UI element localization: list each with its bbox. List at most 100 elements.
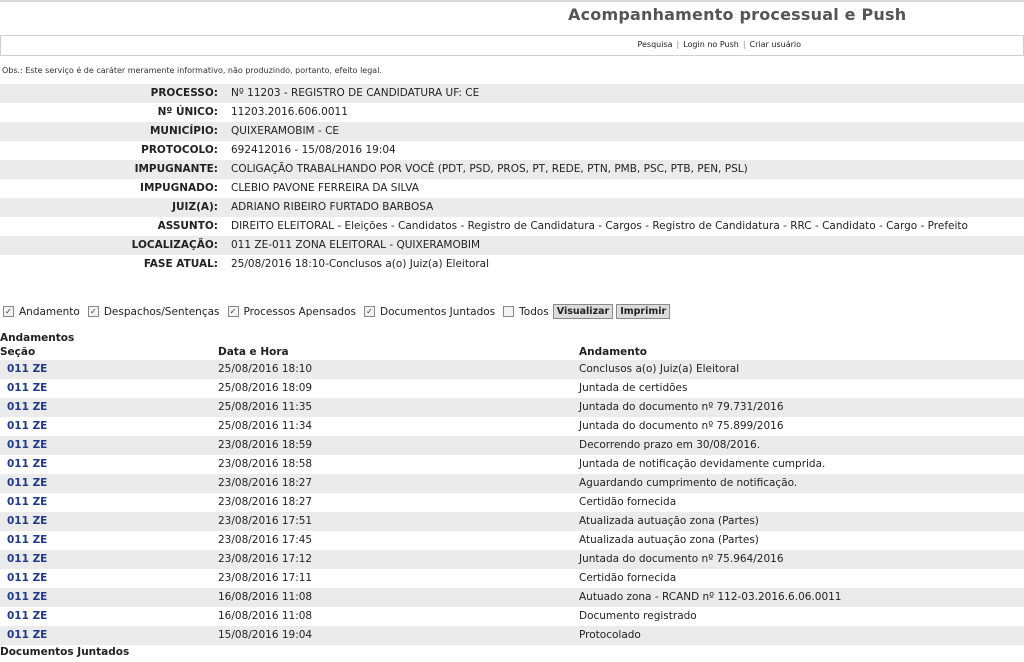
andamento-cell: Certidão fornecida — [579, 572, 677, 584]
data-cell: 23/08/2016 18:27 — [218, 477, 313, 489]
column-header-secao: Seção — [0, 346, 36, 358]
info-value: Nº 11203 - REGISTRO DE CANDIDATURA UF: C… — [231, 87, 480, 99]
visualizar-button[interactable]: Visualizar — [552, 304, 614, 319]
secao-link[interactable]: 011 ZE — [7, 379, 47, 398]
table-row: 011 ZE 25/08/2016 18:09 Juntada de certidõ… — [0, 379, 1024, 398]
table-row: 011 ZE 25/08/2016 18:10 Conclusos a(o) Jui… — [0, 360, 1024, 379]
table-row: 011 ZE 23/08/2016 18:27 Certidão fornecida — [0, 493, 1024, 512]
info-label: PROCESSO: — [150, 87, 218, 99]
info-label: IMPUGNADO: — [140, 182, 218, 194]
info-row-juiz: JUIZ(A): ADRIANO RIBEIRO FURTADO BARBOSA — [0, 198, 1024, 217]
table-row: 011 ZE 23/08/2016 18:59 Decorrendo prazo e… — [0, 436, 1024, 455]
andamento-cell: Protocolado — [579, 629, 641, 641]
info-label: MUNICÍPIO: — [149, 125, 218, 137]
info-value: 11203.2016.606.0011 — [231, 106, 348, 118]
data-cell: 25/08/2016 18:09 — [218, 382, 313, 394]
link-separator: | — [676, 40, 680, 49]
data-cell: 23/08/2016 17:45 — [218, 534, 313, 546]
andamento-cell: Juntada do documento nº 75.899/2016 — [579, 420, 784, 432]
andamento-cell: Juntada do documento nº 79.731/2016 — [579, 401, 784, 413]
table-row: 011 ZE 23/08/2016 18:58 Juntada de notific… — [0, 455, 1024, 474]
secao-link[interactable]: 011 ZE — [7, 607, 47, 626]
andamentos-table: 011 ZE 25/08/2016 18:10 Conclusos a(o) Jui… — [0, 360, 1024, 645]
secao-link[interactable]: 011 ZE — [7, 474, 47, 493]
table-row: 011 ZE 25/08/2016 11:34 Juntada do documen… — [0, 417, 1024, 436]
info-label: JUIZ(A): — [172, 201, 218, 213]
data-cell: 23/08/2016 18:58 — [218, 458, 313, 470]
andamento-checkbox[interactable]: ✓ — [3, 306, 14, 317]
info-label: FASE ATUAL: — [143, 258, 218, 270]
info-label: LOCALIZAÇÃO: — [131, 239, 218, 251]
andamento-cell: Decorrendo prazo em 30/08/2016. — [579, 439, 761, 451]
info-row-impugnado: IMPUGNADO: CLEBIO PAVONE FERREIRA DA SILV… — [0, 179, 1024, 198]
table-row: 011 ZE 23/08/2016 17:11 Certidão fornecida — [0, 569, 1024, 588]
data-cell: 23/08/2016 18:27 — [218, 496, 313, 508]
secao-link[interactable]: 011 ZE — [7, 588, 47, 607]
link-bar: Pesquisa | Login no Push | Criar usuário — [0, 35, 1024, 56]
andamento-cell: Autuado zona - RCAND nº 112-03.2016.6.06… — [579, 591, 842, 603]
filter-bar: ✓ Andamento ✓ Despachos/Sentenças ✓ Process… — [3, 304, 673, 319]
info-value: 692412016 - 15/08/2016 19:04 — [231, 144, 396, 156]
table-row: 011 ZE 23/08/2016 18:27 Aguardando cumprim… — [0, 474, 1024, 493]
secao-link[interactable]: 011 ZE — [7, 569, 47, 588]
criar-usuario-link[interactable]: Criar usuário — [750, 40, 801, 49]
secao-link[interactable]: 011 ZE — [7, 531, 47, 550]
data-cell: 25/08/2016 11:35 — [218, 401, 313, 413]
secao-link[interactable]: 011 ZE — [7, 550, 47, 569]
documentos-juntados-title: Documentos Juntados — [0, 646, 130, 658]
data-cell: 23/08/2016 17:51 — [218, 515, 313, 527]
pesquisa-link[interactable]: Pesquisa — [637, 40, 672, 49]
secao-link[interactable]: 011 ZE — [7, 493, 47, 512]
imprimir-button[interactable]: Imprimir — [616, 304, 671, 319]
data-cell: 25/08/2016 11:34 — [218, 420, 313, 432]
apensados-label: Processos Apensados — [243, 305, 357, 318]
despachos-checkbox[interactable]: ✓ — [87, 306, 99, 317]
todos-checkbox[interactable] — [503, 306, 515, 317]
info-label: ASSUNTO: — [157, 220, 218, 232]
table-header: Seção Data e Hora Andamento — [0, 346, 1024, 360]
juntados-checkbox[interactable]: ✓ — [364, 306, 375, 317]
table-row: 011 ZE 15/08/2016 19:04 Protocolado — [0, 626, 1024, 645]
secao-link[interactable]: 011 ZE — [7, 512, 47, 531]
header-links: Pesquisa | Login no Push | Criar usuário — [637, 40, 801, 49]
andamento-cell: Atualizada autuação zona (Partes) — [579, 515, 759, 527]
disclaimer: Obs.: Este serviço é de caráter merament… — [2, 66, 382, 75]
juntados-label: Documentos Juntados — [380, 305, 496, 318]
info-row-localizacao: LOCALIZAÇÃO: 011 ZE-011 ZONA ELEITORAL - … — [0, 236, 1024, 255]
top-border — [0, 0, 1024, 2]
info-value: CLEBIO PAVONE FERREIRA DA SILVA — [231, 182, 419, 194]
despachos-label: Despachos/Sentenças — [103, 305, 220, 318]
table-row: 011 ZE 23/08/2016 17:51 Atualizada autuaçã… — [0, 512, 1024, 531]
data-cell: 25/08/2016 18:10 — [218, 363, 313, 375]
apensados-checkbox[interactable]: ✓ — [227, 306, 239, 317]
info-value: 011 ZE-011 ZONA ELEITORAL - QUIXERAMOBIM — [231, 239, 481, 251]
secao-link[interactable]: 011 ZE — [7, 417, 47, 436]
andamento-cell: Aguardando cumprimento de notificação. — [579, 477, 798, 489]
info-label: IMPUGNANTE: — [134, 163, 218, 175]
info-row-fase-atual: FASE ATUAL: 25/08/2016 18:10-Conclusos a(… — [0, 255, 1024, 274]
data-cell: 23/08/2016 17:11 — [218, 572, 313, 584]
secao-link[interactable]: 011 ZE — [7, 455, 47, 474]
info-row-protocolo: PROTOCOLO: 692412016 - 15/08/2016 19:04 — [0, 141, 1024, 160]
secao-link[interactable]: 011 ZE — [7, 436, 47, 455]
info-row-numero-unico: Nº ÚNICO: 11203.2016.606.0011 — [0, 103, 1024, 122]
andamentos-title: Andamentos — [0, 332, 75, 344]
info-row-impugnante: IMPUGNANTE: COLIGAÇÃO TRABALHANDO POR VOC… — [0, 160, 1024, 179]
andamento-cell: Juntada de notificação devidamente cumpr… — [579, 458, 826, 470]
secao-link[interactable]: 011 ZE — [7, 360, 47, 379]
info-label: Nº ÚNICO: — [157, 106, 218, 118]
info-value: QUIXERAMOBIM - CE — [231, 125, 340, 137]
andamento-cell: Documento registrado — [579, 610, 697, 622]
secao-link[interactable]: 011 ZE — [7, 626, 47, 645]
info-value: 25/08/2016 18:10-Conclusos a(o) Juiz(a) … — [231, 258, 490, 270]
table-row: 011 ZE 23/08/2016 17:12 Juntada do documen… — [0, 550, 1024, 569]
table-row: 011 ZE 16/08/2016 11:08 Documento registra… — [0, 607, 1024, 626]
login-push-link[interactable]: Login no Push — [683, 40, 739, 49]
data-cell: 23/08/2016 18:59 — [218, 439, 313, 451]
andamento-cell: Conclusos a(o) Juiz(a) Eleitoral — [579, 363, 740, 375]
table-row: 011 ZE 23/08/2016 17:45 Atualizada autuaçã… — [0, 531, 1024, 550]
info-row-municipio: MUNICÍPIO: QUIXERAMOBIM - CE — [0, 122, 1024, 141]
andamento-cell: Atualizada autuação zona (Partes) — [579, 534, 759, 546]
info-value: ADRIANO RIBEIRO FURTADO BARBOSA — [231, 201, 434, 213]
secao-link[interactable]: 011 ZE — [7, 398, 47, 417]
